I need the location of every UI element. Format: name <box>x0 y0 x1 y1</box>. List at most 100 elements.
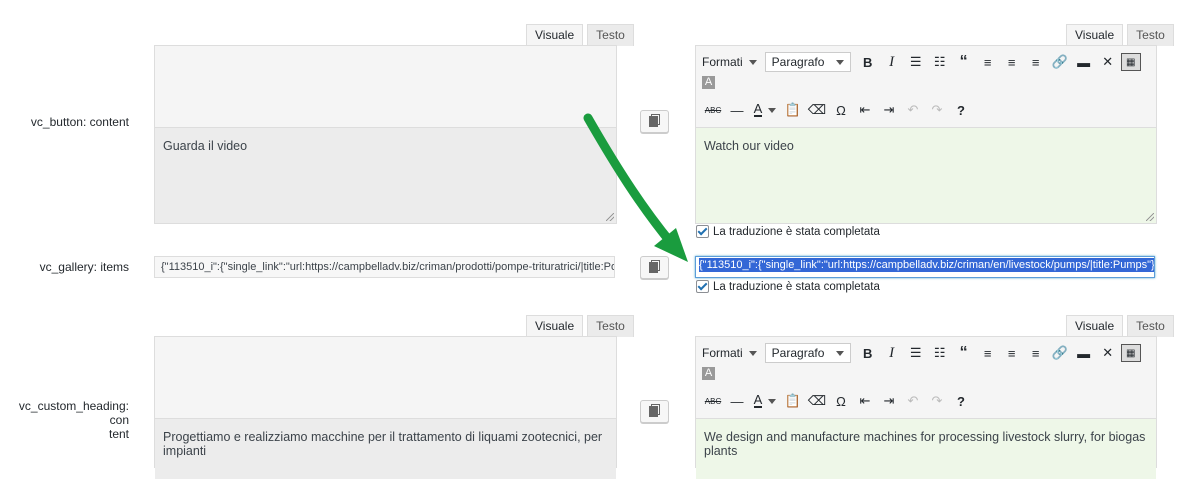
align-center-icon[interactable]: ≡ <box>1001 342 1023 364</box>
source-editor: Guarda il video <box>154 45 617 224</box>
target-input-value: {"113510_i":{"single_link":"url:https://… <box>699 258 1154 272</box>
undo-icon[interactable]: ↶ <box>902 390 924 412</box>
paste-text-icon[interactable]: 📋 <box>782 390 804 412</box>
target-text: We design and manufacture machines for p… <box>704 430 1146 458</box>
copy-icon <box>649 114 660 127</box>
numbered-list-icon[interactable]: ☷ <box>929 51 951 73</box>
align-right-icon[interactable]: ≡ <box>1025 51 1047 73</box>
target-editor: Formati Paragrafo B I ☰ ☷ “ ≡ ≡ ≡ 🔗 ▬ ✕ … <box>695 45 1157 224</box>
special-char-icon[interactable]: Ω <box>830 390 852 412</box>
resize-handle-icon[interactable] <box>606 213 614 221</box>
tab-visual[interactable]: Visuale <box>1066 24 1124 47</box>
target-editor-tabs: Visuale Testo <box>1066 24 1174 47</box>
numbered-list-icon[interactable]: ☷ <box>929 342 951 364</box>
tab-text[interactable]: Testo <box>1127 315 1174 337</box>
tab-visual[interactable]: Visuale <box>526 315 584 338</box>
redo-icon[interactable]: ↷ <box>926 99 948 121</box>
paragraph-select[interactable]: Paragrafo <box>764 343 851 363</box>
source-text: Guarda il video <box>163 139 248 153</box>
source-editor: Progettiamo e realizziamo macchine per i… <box>154 336 617 479</box>
read-more-icon[interactable]: ▬ <box>1073 342 1095 364</box>
horizontal-line-icon[interactable]: — <box>726 390 748 412</box>
tab-text[interactable]: Testo <box>1127 24 1174 46</box>
help-icon[interactable]: ? <box>950 99 972 121</box>
completed-label: La traduzione è stata completata <box>713 225 880 238</box>
indent-icon[interactable]: ⇥ <box>878 99 900 121</box>
help-icon[interactable]: ? <box>950 390 972 412</box>
horizontal-line-icon[interactable]: — <box>726 99 748 121</box>
source-editor-toolbar-area <box>155 337 616 419</box>
clear-format-icon[interactable]: ⌫ <box>806 99 828 121</box>
bold-icon[interactable]: B <box>857 342 879 364</box>
editor-toolbar: Formati Paragrafo B I ☰ ☷ “ ≡ ≡ ≡ 🔗 ▬ ✕ … <box>696 337 1156 419</box>
source-editor-tabs: Visuale Testo <box>526 315 634 338</box>
source-editor-content: Guarda il video <box>155 128 616 223</box>
formats-dropdown[interactable]: Formati <box>702 344 757 362</box>
paragraph-select[interactable]: Paragrafo <box>764 52 851 72</box>
completed-checkbox[interactable] <box>696 280 709 293</box>
bullet-list-icon[interactable]: ☰ <box>905 51 927 73</box>
outdent-icon[interactable]: ⇤ <box>854 99 876 121</box>
source-editor-content: Progettiamo e realizziamo macchine per i… <box>155 419 616 479</box>
align-left-icon[interactable]: ≡ <box>977 51 999 73</box>
link-icon[interactable]: 🔗 <box>1049 51 1071 73</box>
clear-format-icon[interactable]: ⌫ <box>806 390 828 412</box>
redo-icon[interactable]: ↷ <box>926 390 948 412</box>
tab-visual[interactable]: Visuale <box>526 24 584 47</box>
outdent-icon[interactable]: ⇤ <box>854 390 876 412</box>
completed-checkbox-row[interactable]: La traduzione è stata completata <box>696 225 880 238</box>
field-label-vc-gallery-items: vc_gallery: items <box>39 260 129 274</box>
bold-icon[interactable]: B <box>857 51 879 73</box>
link-icon[interactable]: 🔗 <box>1049 342 1071 364</box>
special-char-icon[interactable]: Ω <box>830 99 852 121</box>
source-text: Progettiamo e realizziamo macchine per i… <box>163 430 603 458</box>
editor-toolbar: Formati Paragrafo B I ☰ ☷ “ ≡ ≡ ≡ 🔗 ▬ ✕ … <box>696 46 1156 128</box>
align-left-icon[interactable]: ≡ <box>977 342 999 364</box>
blockquote-icon[interactable]: “ <box>953 51 975 73</box>
formats-dropdown[interactable]: Formati <box>702 53 757 71</box>
toolbar-toggle-icon[interactable]: ▦ <box>1120 344 1141 362</box>
copy-icon <box>649 260 660 273</box>
bullet-list-icon[interactable]: ☰ <box>905 342 927 364</box>
align-center-icon[interactable]: ≡ <box>1001 51 1023 73</box>
tab-visual[interactable]: Visuale <box>1066 315 1124 338</box>
source-input: {"113510_i":{"single_link":"url:https://… <box>154 256 615 278</box>
completed-label: La traduzione è stata completata <box>713 280 880 293</box>
strikethrough-icon[interactable]: ABC <box>702 390 724 412</box>
tab-text[interactable]: Testo <box>587 24 634 46</box>
target-editor-content[interactable]: Watch our video <box>696 128 1156 223</box>
target-text: Watch our video <box>704 139 794 153</box>
text-color-icon[interactable]: A <box>750 99 780 121</box>
source-editor-tabs: Visuale Testo <box>526 24 634 47</box>
copy-source-button[interactable] <box>640 110 669 133</box>
text-highlight-icon[interactable]: A <box>702 367 715 380</box>
italic-icon[interactable]: I <box>881 51 903 73</box>
fullscreen-icon[interactable]: ✕ <box>1097 51 1119 73</box>
source-editor-toolbar-area <box>155 46 616 128</box>
align-right-icon[interactable]: ≡ <box>1025 342 1047 364</box>
read-more-icon[interactable]: ▬ <box>1073 51 1095 73</box>
undo-icon[interactable]: ↶ <box>902 99 924 121</box>
field-label-vc-button-content: vc_button: content <box>30 115 129 129</box>
text-highlight-icon[interactable]: A <box>702 76 715 89</box>
target-editor-content[interactable]: We design and manufacture machines for p… <box>696 419 1156 479</box>
strikethrough-icon[interactable]: ABC <box>702 99 724 121</box>
target-input[interactable]: {"113510_i":{"single_link":"url:https://… <box>695 256 1155 278</box>
paste-text-icon[interactable]: 📋 <box>782 99 804 121</box>
italic-icon[interactable]: I <box>881 342 903 364</box>
target-editor: Formati Paragrafo B I ☰ ☷ “ ≡ ≡ ≡ 🔗 ▬ ✕ … <box>695 336 1157 479</box>
resize-handle-icon[interactable] <box>1146 213 1154 221</box>
fullscreen-icon[interactable]: ✕ <box>1097 342 1119 364</box>
text-color-icon[interactable]: A <box>750 390 780 412</box>
copy-source-button[interactable] <box>640 256 669 279</box>
toolbar-toggle-icon[interactable]: ▦ <box>1120 53 1141 71</box>
field-label-vc-custom-heading-content: vc_custom_heading: con tent <box>18 399 129 441</box>
copy-icon <box>649 404 660 417</box>
target-editor-tabs: Visuale Testo <box>1066 315 1174 338</box>
completed-checkbox[interactable] <box>696 225 709 238</box>
completed-checkbox-row[interactable]: La traduzione è stata completata <box>696 280 880 293</box>
tab-text[interactable]: Testo <box>587 315 634 337</box>
indent-icon[interactable]: ⇥ <box>878 390 900 412</box>
blockquote-icon[interactable]: “ <box>953 342 975 364</box>
copy-source-button[interactable] <box>640 400 669 423</box>
